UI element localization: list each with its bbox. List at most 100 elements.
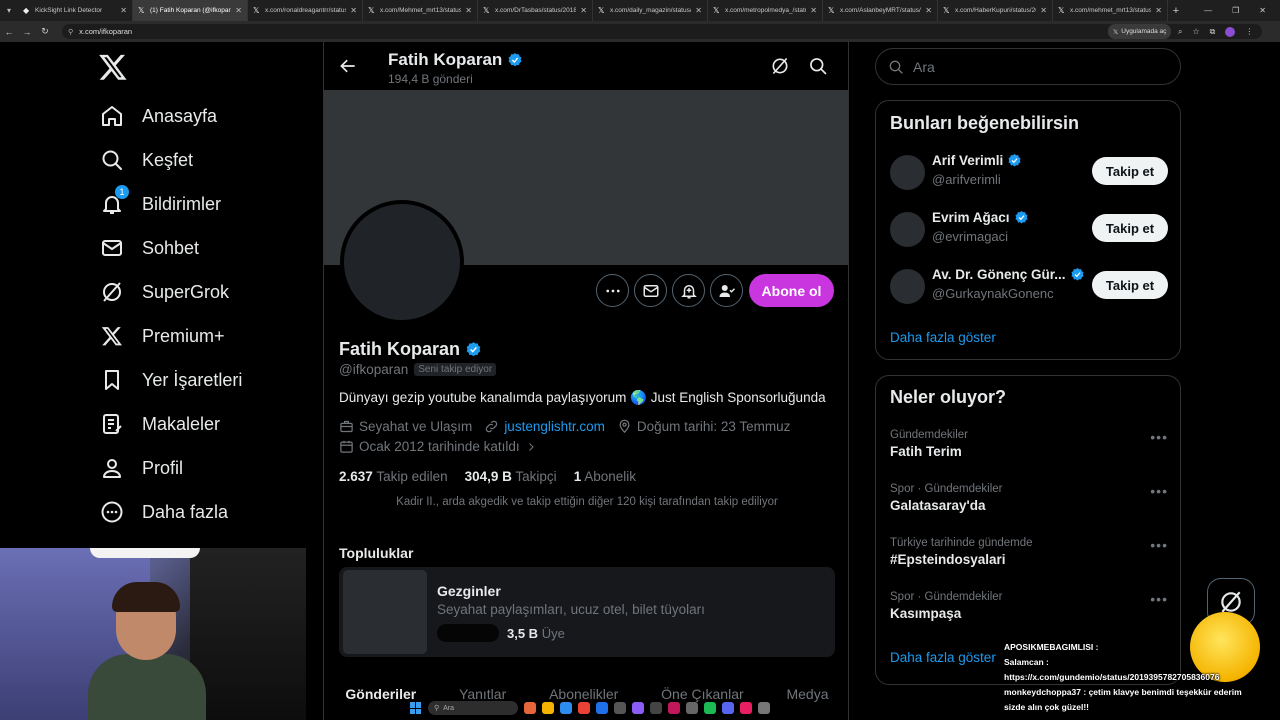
nav-item-more[interactable]: Daha fazla (100, 490, 228, 534)
taskbar-app-icon[interactable] (560, 702, 572, 714)
tab-close-icon[interactable]: ✕ (1155, 6, 1162, 15)
avatar[interactable] (890, 155, 925, 190)
nav-item-premium[interactable]: Premium+ (100, 314, 225, 358)
taskbar-app-icon[interactable] (614, 702, 626, 714)
browser-menu-icon[interactable]: ⋮ (1245, 27, 1253, 36)
nav-item-notifications[interactable]: 1 Bildirimler (100, 182, 221, 226)
community-card[interactable]: Gezginler Seyahat paylaşımları, ucuz ote… (339, 567, 835, 657)
browser-tab[interactable]: 𝕏x.com/Mehmet_mrt13/status ✕ (363, 0, 478, 21)
tab-close-icon[interactable]: ✕ (695, 6, 702, 15)
taskbar-app-icon[interactable] (686, 702, 698, 714)
suggestion-item[interactable]: Av. Dr. Gönenç Gür... @GurkaynakGonenc T… (890, 267, 1168, 307)
subscriptions-link[interactable]: 1 Abonelik (574, 469, 636, 484)
nav-item-profile[interactable]: Profil (100, 446, 183, 490)
tab-close-icon[interactable]: ✕ (350, 6, 357, 15)
open-in-app-button[interactable]: 𝕏 Uygulamada aç (1108, 24, 1172, 39)
message-button[interactable] (634, 274, 667, 307)
profile-joined[interactable]: Ocak 2012 tarihinde katıldı (339, 439, 537, 454)
minimize-icon[interactable]: — (1204, 6, 1212, 15)
tab-search-icon[interactable]: ▾ (0, 0, 18, 21)
taskbar-app-icon[interactable] (704, 702, 716, 714)
taskbar-app-icon[interactable] (596, 702, 608, 714)
nav-item-explore[interactable]: Keşfet (100, 138, 193, 182)
taskbar-search[interactable]: ⚲ Ara (428, 701, 518, 715)
search-input[interactable]: Ara (875, 48, 1181, 85)
trend-item[interactable]: Türkiye tarihinde gündemde #Epsteindosya… (890, 537, 1168, 573)
windows-start-icon[interactable] (410, 702, 422, 714)
tab-close-icon[interactable]: ✕ (465, 6, 472, 15)
search-icon[interactable] (808, 56, 828, 76)
nav-item-home[interactable]: Anasayfa (100, 94, 217, 138)
browser-tab[interactable]: 𝕏x.com/HaberKupuri/status/20 ✕ (938, 0, 1053, 21)
website-link[interactable]: justenglishtr.com (504, 419, 605, 434)
grok-icon[interactable] (770, 56, 790, 76)
back-arrow-icon[interactable]: ← (0, 27, 18, 37)
chrome-taskbar-icon[interactable] (578, 702, 590, 714)
taskbar-app-icon[interactable] (758, 702, 770, 714)
nav-item-articles[interactable]: Makaleler (100, 402, 220, 446)
browser-tab[interactable]: 𝕏x.com/mehmet_mrt13/status ✕ (1053, 0, 1168, 21)
followers-link[interactable]: 304,9 B Takipçi (465, 469, 557, 484)
taskbar-app-icon[interactable] (740, 702, 752, 714)
taskbar-app-icon[interactable] (542, 702, 554, 714)
verified-badge-icon[interactable] (465, 341, 482, 358)
forward-arrow-icon[interactable]: → (18, 27, 36, 37)
tab-close-icon[interactable]: ✕ (925, 6, 932, 15)
restore-icon[interactable]: ❐ (1232, 6, 1239, 15)
avatar[interactable] (890, 212, 925, 247)
followed-by-text[interactable]: Kadir II., arda akgedik ve takip ettiğin… (324, 496, 848, 508)
follow-button[interactable]: Takip et (1092, 271, 1168, 299)
x-logo-icon[interactable] (98, 52, 128, 82)
browser-tab[interactable]: 𝕏x.com/daily_magazin/status/2 ✕ (593, 0, 708, 21)
browser-tab[interactable]: 𝕏x.com/DrTasbas/status/2018 ✕ (478, 0, 593, 21)
browser-tab[interactable]: 𝕏x.com/ronaldreagantrr/status ✕ (248, 0, 363, 21)
tab-close-icon[interactable]: ✕ (580, 6, 587, 15)
tab-close-icon[interactable]: ✕ (810, 6, 817, 15)
taskbar-app-icon[interactable] (632, 702, 644, 714)
taskbar-app-icon[interactable] (722, 702, 734, 714)
nav-item-bookmarks[interactable]: Yer İşaretleri (100, 358, 242, 402)
more-options-button[interactable] (596, 274, 629, 307)
more-dots-icon[interactable]: ••• (1150, 429, 1168, 445)
follow-status-button[interactable] (710, 274, 743, 307)
more-dots-icon[interactable]: ••• (1150, 483, 1168, 499)
window-close-icon[interactable]: ✕ (1259, 6, 1266, 15)
show-more-link[interactable]: Daha fazla göster (890, 330, 996, 345)
url-field[interactable]: ⚲ x.com/ifkoparan (62, 24, 1262, 39)
profile-avatar[interactable] (340, 200, 464, 324)
tab-posts[interactable]: Gönderiler (345, 686, 416, 702)
site-info-icon[interactable]: ⚲ (68, 28, 73, 36)
taskbar-app-icon[interactable] (668, 702, 680, 714)
follow-button[interactable]: Takip et (1092, 214, 1168, 242)
tab-close-icon[interactable]: ✕ (120, 6, 127, 15)
zoom-icon[interactable]: ⌕ (1178, 27, 1182, 37)
new-tab-icon[interactable]: + (1168, 5, 1184, 17)
browser-tab[interactable]: 𝕏x.com/AslanbeyMRT/status/20 ✕ (823, 0, 938, 21)
extensions-icon[interactable]: ⧉ (1210, 27, 1216, 37)
trend-item[interactable]: Spor · Gündemdekiler Galatasaray'da ••• (890, 483, 1168, 519)
browser-tab-active[interactable]: 𝕏 (1) Fatih Koparan (@ifkoparan ✕ (133, 0, 248, 21)
browser-profile-avatar[interactable] (1225, 26, 1236, 37)
suggestion-item[interactable]: Evrim Ağacı @evrimagaci Takip et (890, 210, 1168, 250)
browser-tab[interactable]: ◆ KickSight Link Detector ✕ (18, 0, 133, 21)
nav-item-supergrok[interactable]: SuperGrok (100, 270, 229, 314)
tab-close-icon[interactable]: ✕ (235, 6, 242, 15)
suggestion-item[interactable]: Arif Verimli @arifverimli Takip et (890, 153, 1168, 193)
back-arrow-icon[interactable] (338, 56, 358, 76)
trend-item[interactable]: Gündemdekiler Fatih Terim ••• (890, 429, 1168, 465)
show-more-link[interactable]: Daha fazla göster (890, 650, 996, 665)
taskbar-app-icon[interactable] (650, 702, 662, 714)
subscribe-button[interactable]: Abone ol (749, 274, 834, 307)
tab-close-icon[interactable]: ✕ (1040, 6, 1047, 15)
following-link[interactable]: 2.637 Takip edilen (339, 469, 448, 484)
reload-icon[interactable]: ↻ (36, 26, 54, 37)
nav-item-messages[interactable]: Sohbet (100, 226, 199, 270)
taskbar-app-icon[interactable] (524, 702, 536, 714)
avatar[interactable] (890, 269, 925, 304)
more-dots-icon[interactable]: ••• (1150, 537, 1168, 553)
browser-tab[interactable]: 𝕏x.com/metropolmedya_/statu ✕ (708, 0, 823, 21)
notify-button[interactable] (672, 274, 705, 307)
more-dots-icon[interactable]: ••• (1150, 591, 1168, 607)
bookmark-star-icon[interactable]: ☆ (1192, 27, 1199, 36)
follow-button[interactable]: Takip et (1092, 157, 1168, 185)
